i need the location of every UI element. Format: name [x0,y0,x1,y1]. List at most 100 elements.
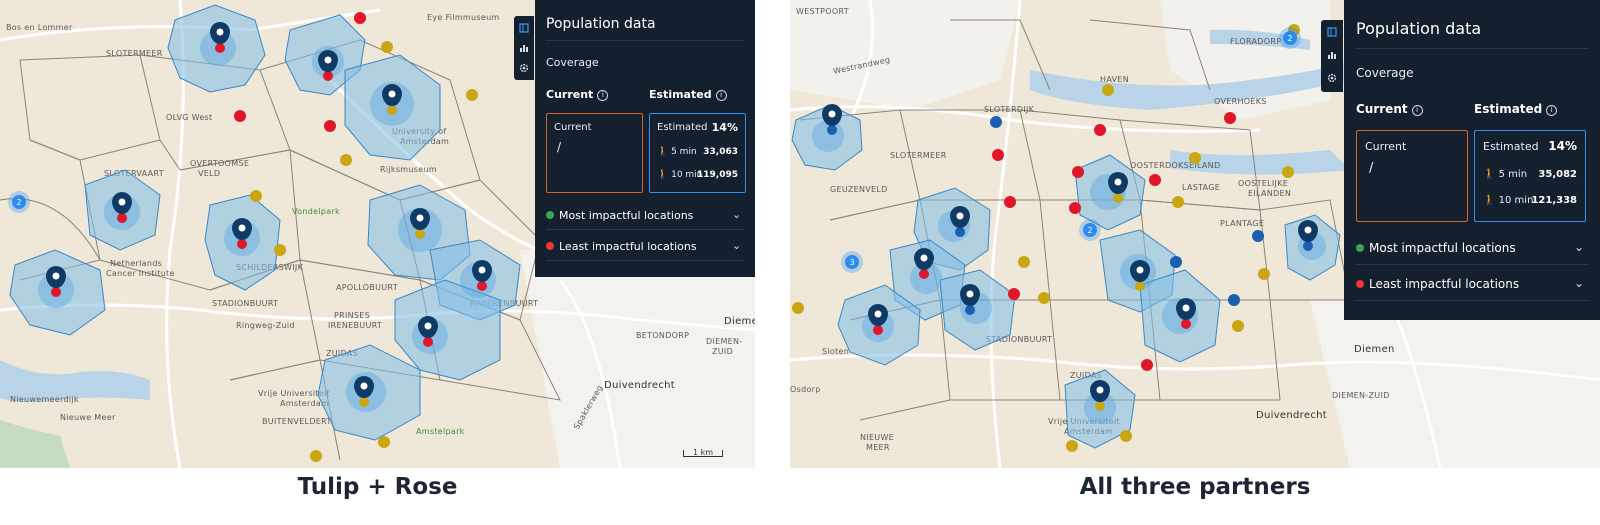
estimated-box: Estimated 14% 🚶 5 min 33,063 🚶 10 min 11… [649,113,746,193]
caption-left: Tulip + Rose [297,474,458,500]
svg-text:Eye Filmmuseum: Eye Filmmuseum [427,13,500,22]
svg-text:STADIONBUURT: STADIONBUURT [212,299,278,308]
current-box: Current / [546,113,643,193]
ten-min-value: 121,338 [1531,195,1577,206]
svg-text:BETONDORP: BETONDORP [636,331,689,340]
svg-text:LASTAGE: LASTAGE [1182,183,1220,192]
layers-icon[interactable] [514,18,534,38]
svg-text:IRENEBUURT: IRENEBUURT [328,321,382,330]
chevron-down-icon[interactable]: ⌄ [732,208,741,221]
svg-text:ZUID: ZUID [712,347,733,356]
chevron-down-icon[interactable]: ⌄ [1574,240,1584,254]
five-min-value: 33,063 [703,147,738,157]
svg-text:DIEMEN-: DIEMEN- [706,337,743,346]
map-screenshot-tulip-rose: Bos en Lommer Eye Filmmuseum SLOTERMEER … [0,0,755,468]
svg-text:APOLLOBUURT: APOLLOBUURT [336,283,398,292]
estimated-box-label: Estimated [1483,140,1539,153]
svg-text:HAVEN: HAVEN [1100,75,1129,84]
svg-text:GEUZENVELD: GEUZENVELD [830,185,888,194]
chevron-down-icon[interactable]: ⌄ [732,239,741,252]
map-screenshot-all-partners: WESTPOORT FLORADORP Westrandweg HAVEN SL… [790,0,1600,468]
svg-text:Rijksmuseum: Rijksmuseum [380,165,437,174]
settings-icon[interactable] [1321,68,1343,88]
current-box-value: / [557,140,562,154]
svg-text:OOSTELIJKE: OOSTELIJKE [1238,179,1288,188]
red-dot-icon [1356,280,1364,288]
layers-icon[interactable] [1321,22,1343,42]
cluster-marker[interactable]: 3 [841,251,863,273]
green-dot-icon [546,211,554,219]
settings-icon[interactable] [514,58,534,78]
ten-min-row: 🚶 10 min [657,170,703,180]
cluster-count: 2 [16,198,21,207]
info-icon[interactable]: i [597,90,609,101]
svg-text:OLVG West: OLVG West [166,113,212,122]
coverage-label: Coverage [546,56,599,69]
coverage-label: Coverage [1356,66,1414,80]
least-impactful-toggle[interactable]: Least impactful locations [1356,277,1519,291]
svg-text:NIEUWE: NIEUWE [860,433,894,442]
svg-text:Osdorp: Osdorp [790,385,821,394]
estimated-percentage: 14% [1548,139,1577,153]
estimated-header: Estimated i [649,88,727,101]
info-icon[interactable]: i [1411,105,1423,116]
estimated-box-label: Estimated [657,122,708,133]
svg-text:Duivendrecht: Duivendrecht [1256,410,1327,421]
side-tabs [1321,20,1343,92]
svg-text:SLOTERDIJK: SLOTERDIJK [984,105,1035,114]
info-icon[interactable]: i [715,90,727,101]
caption-right: All three partners [1079,474,1311,500]
svg-text:OVERHOEKS: OVERHOEKS [1214,97,1267,106]
walk-icon: 🚶 [1483,195,1496,206]
cluster-marker[interactable]: 2 [1079,219,1101,241]
panel-title: Population data [546,16,656,32]
population-panel: Population data Coverage Current i Estima… [535,0,755,277]
five-min-row: 🚶 5 min [1483,169,1528,180]
current-header: Current i [1356,102,1423,116]
cluster-count: 2 [1087,226,1092,235]
chart-icon[interactable] [1321,45,1343,65]
svg-text:SLOTERMEER: SLOTERMEER [890,151,947,160]
svg-text:Duivendrecht: Duivendrecht [604,380,675,391]
cluster-marker[interactable]: 2 [8,191,30,213]
population-panel: Population data Coverage Current i Estima… [1344,0,1600,320]
svg-text:WESTPOORT: WESTPOORT [796,7,849,16]
red-dot-icon [546,242,554,250]
least-impactful-toggle[interactable]: Least impactful locations [546,240,697,253]
most-impactful-toggle[interactable]: Most impactful locations [546,209,693,222]
chevron-down-icon[interactable]: ⌄ [1574,276,1584,290]
cluster-count: 2 [1287,34,1292,43]
current-box-label: Current [1365,140,1407,153]
chart-icon[interactable] [514,38,534,58]
svg-text:PLANTAGE: PLANTAGE [1220,219,1264,228]
cluster-marker[interactable]: 2 [1279,27,1301,49]
svg-text:DIEMEN-ZUID: DIEMEN-ZUID [1332,391,1390,400]
svg-text:MEER: MEER [866,443,890,452]
svg-text:Cancer Institute: Cancer Institute [106,269,175,278]
walk-icon: 🚶 [657,147,669,157]
svg-text:EILANDEN: EILANDEN [1248,189,1291,198]
ten-min-row: 🚶 10 min [1483,195,1534,206]
svg-text:FLORADORP: FLORADORP [1230,37,1281,46]
svg-text:Netherlands: Netherlands [110,259,162,268]
svg-text:OOSTERDOKSEILAND: OOSTERDOKSEILAND [1130,161,1220,170]
walk-icon: 🚶 [1483,169,1496,180]
estimated-header: Estimated i [1474,102,1558,116]
svg-text:PRINSES: PRINSES [334,311,370,320]
svg-text:VELD: VELD [198,169,220,178]
estimated-percentage: 14% [711,121,738,134]
scale-bar: 1 km [683,449,723,457]
walk-icon: 🚶 [657,170,669,180]
green-dot-icon [1356,244,1364,252]
most-impactful-toggle[interactable]: Most impactful locations [1356,241,1516,255]
svg-text:Bos en Lommer: Bos en Lommer [6,23,73,32]
five-min-row: 🚶 5 min [657,147,697,157]
svg-text:Nieuwe Meer: Nieuwe Meer [60,413,116,422]
current-box-value: / [1369,161,1374,176]
estimated-box: Estimated 14% 🚶 5 min 35,082 🚶 10 min 12… [1474,130,1586,222]
svg-text:SLOTERMEER: SLOTERMEER [106,49,163,58]
svg-text:Ringweg-Zuid: Ringweg-Zuid [236,321,295,330]
current-box-label: Current [554,122,592,133]
info-icon[interactable]: i [1546,105,1558,116]
svg-text:Diemen: Diemen [1354,344,1395,355]
